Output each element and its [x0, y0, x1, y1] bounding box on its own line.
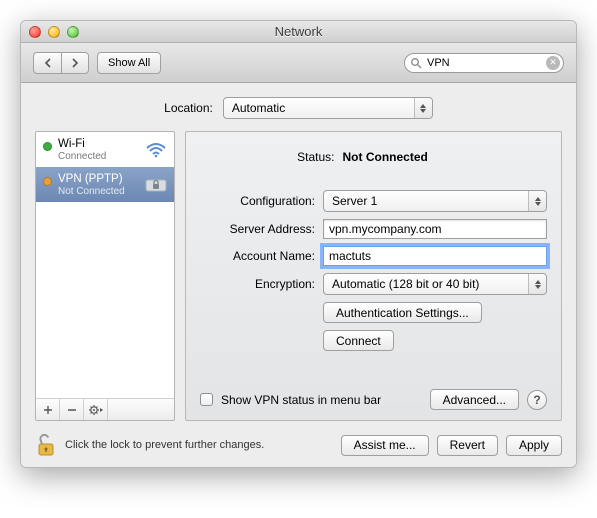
traffic-lights [21, 26, 79, 38]
server-address-label: Server Address: [200, 222, 315, 236]
updown-icon [528, 191, 546, 211]
authentication-settings-button[interactable]: Authentication Settings... [323, 302, 482, 323]
nav-group [33, 52, 89, 74]
service-status: Connected [58, 151, 135, 162]
location-row: Location: Automatic [35, 97, 562, 119]
service-item-vpn[interactable]: VPN (PPTP) Not Connected [36, 167, 174, 202]
service-name: Wi-Fi [58, 138, 135, 151]
service-sidebar: Wi-Fi Connected VPN (PPTP) Not Connected [35, 131, 175, 421]
search-field-wrapper: ✕ [404, 53, 564, 73]
show-all-button[interactable]: Show All [97, 52, 161, 74]
gear-icon [88, 404, 104, 416]
remove-service-button[interactable] [60, 399, 84, 420]
network-prefs-window: Network Show All ✕ Location: Automatic [20, 20, 577, 468]
search-icon [410, 57, 422, 69]
sidebar-footer [36, 398, 174, 420]
close-icon: ✕ [549, 58, 557, 67]
status-row: Status: Not Connected [200, 150, 547, 164]
server-address-input[interactable] [323, 219, 547, 239]
status-dot-icon [43, 177, 52, 186]
location-popup[interactable]: Automatic [223, 97, 433, 119]
apply-button[interactable]: Apply [506, 435, 562, 456]
service-action-menu[interactable] [84, 399, 108, 420]
service-status: Not Connected [58, 186, 135, 197]
question-icon: ? [533, 393, 540, 407]
window-footer: Click the lock to prevent further change… [35, 421, 562, 457]
service-item-wifi[interactable]: Wi-Fi Connected [36, 132, 174, 167]
configuration-value: Server 1 [332, 194, 377, 208]
service-list[interactable]: Wi-Fi Connected VPN (PPTP) Not Connected [36, 132, 174, 398]
minimize-window-button[interactable] [48, 26, 60, 38]
zoom-window-button[interactable] [67, 26, 79, 38]
unlocked-lock-icon[interactable] [35, 433, 57, 457]
lock-icon [145, 177, 167, 193]
location-label: Location: [164, 101, 213, 115]
advanced-button[interactable]: Advanced... [430, 389, 519, 410]
chevron-right-icon [71, 58, 79, 68]
chevron-left-icon [44, 58, 52, 68]
back-button[interactable] [33, 52, 61, 74]
window-title: Network [21, 24, 576, 39]
detail-panel: Status: Not Connected Configuration: Ser… [185, 131, 562, 421]
assist-me-button[interactable]: Assist me... [341, 435, 429, 456]
status-label: Status: [205, 150, 335, 164]
encryption-popup[interactable]: Automatic (128 bit or 40 bit) [323, 273, 547, 295]
close-window-button[interactable] [29, 26, 41, 38]
help-button[interactable]: ? [527, 390, 547, 410]
status-value: Not Connected [343, 150, 543, 164]
account-name-input[interactable] [323, 246, 547, 266]
encryption-value: Automatic (128 bit or 40 bit) [332, 277, 479, 291]
connect-button[interactable]: Connect [323, 330, 394, 351]
toolbar: Show All ✕ [21, 43, 576, 83]
configuration-label: Configuration: [200, 194, 315, 208]
titlebar: Network [21, 21, 576, 43]
plus-icon [43, 405, 53, 415]
configuration-popup[interactable]: Server 1 [323, 190, 547, 212]
updown-icon [414, 98, 432, 118]
wifi-icon [145, 142, 167, 158]
clear-search-button[interactable]: ✕ [546, 56, 560, 70]
service-name: VPN (PPTP) [58, 173, 135, 186]
add-service-button[interactable] [36, 399, 60, 420]
updown-icon [528, 274, 546, 294]
show-status-checkbox[interactable] [200, 393, 213, 406]
location-value: Automatic [232, 101, 285, 115]
revert-button[interactable]: Revert [437, 435, 498, 456]
status-dot-icon [43, 142, 52, 151]
show-status-label: Show VPN status in menu bar [221, 393, 381, 407]
encryption-label: Encryption: [200, 277, 315, 291]
forward-button[interactable] [61, 52, 89, 74]
search-input[interactable] [404, 53, 564, 73]
minus-icon [67, 405, 77, 415]
lock-text: Click the lock to prevent further change… [65, 439, 264, 451]
content-area: Location: Automatic Wi-Fi Connected [21, 83, 576, 467]
account-name-label: Account Name: [200, 249, 315, 263]
